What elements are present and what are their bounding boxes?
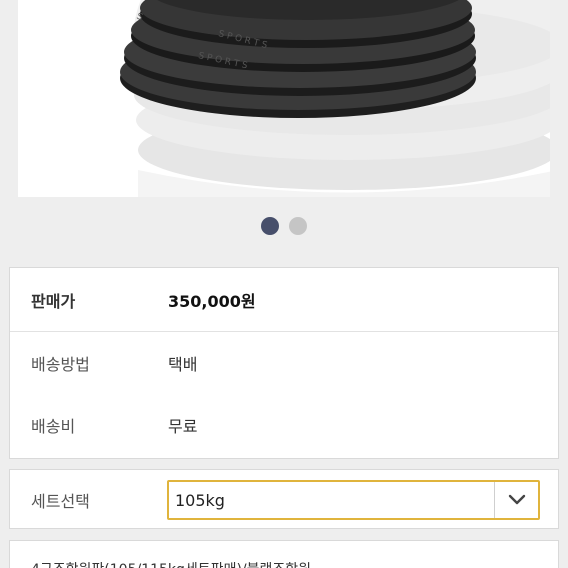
product-description-text: 4구조합원판(105/115kg세트판매)/블랙조합원 bbox=[31, 559, 311, 568]
shipping-fee-value: 무료 bbox=[168, 417, 198, 436]
carousel-dot-1[interactable] bbox=[261, 217, 279, 235]
set-select-dropdown[interactable]: 105kg bbox=[167, 480, 540, 520]
shipping-fee-row: 배송비 무료 bbox=[10, 394, 558, 456]
carousel-pagination bbox=[0, 215, 568, 237]
set-select-panel: 세트선택 105kg bbox=[9, 469, 559, 529]
weight-plates-image: S P O R T S S P O R T S S bbox=[120, 0, 550, 197]
shipping-method-value: 택배 bbox=[168, 355, 198, 374]
page: S P O R T S S P O R T S S 판매가 350,000원 배… bbox=[0, 0, 568, 568]
carousel-dot-2[interactable] bbox=[289, 217, 307, 235]
set-select-value: 105kg bbox=[175, 491, 225, 510]
shipping-fee-label: 배송비 bbox=[31, 417, 76, 436]
product-info-panel: 판매가 350,000원 배송방법 택배 배송비 무료 bbox=[9, 267, 559, 459]
set-select-label: 세트선택 bbox=[31, 492, 90, 511]
shipping-method-row: 배송방법 택배 bbox=[10, 332, 558, 394]
price-value: 350,000원 bbox=[168, 292, 256, 311]
price-label: 판매가 bbox=[31, 292, 76, 311]
shipping-method-label: 배송방법 bbox=[31, 355, 90, 374]
product-description-panel: 4구조합원판(105/115kg세트판매)/블랙조합원 bbox=[9, 540, 559, 568]
price-row: 판매가 350,000원 bbox=[10, 269, 558, 331]
chevron-down-icon[interactable] bbox=[494, 482, 538, 518]
product-image[interactable]: S P O R T S S P O R T S S bbox=[18, 0, 550, 197]
